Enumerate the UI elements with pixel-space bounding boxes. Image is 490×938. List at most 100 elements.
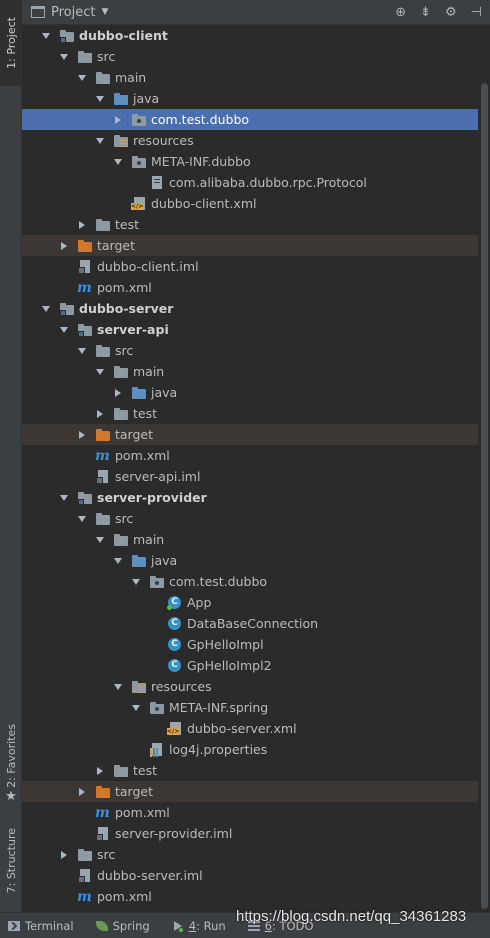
tree-node[interactable]: src	[22, 844, 478, 865]
tree-node[interactable]: server-api	[22, 319, 478, 340]
chevron-right-icon[interactable]	[95, 766, 105, 776]
iml-icon	[95, 469, 111, 484]
tree-node[interactable]: C DataBaseConnection	[22, 613, 478, 634]
chevron-down-icon[interactable]	[113, 556, 123, 566]
tree-node[interactable]: m pom.xml	[22, 445, 478, 466]
tree-node[interactable]: main	[22, 361, 478, 382]
tree-node-label: log4j.properties	[169, 742, 268, 757]
tree-node[interactable]: src	[22, 46, 478, 67]
tree-node[interactable]: m pom.xml	[22, 802, 478, 823]
tree-node-label: pom.xml	[97, 280, 152, 295]
chevron-down-icon[interactable]	[77, 514, 87, 524]
chevron-down-icon[interactable]	[95, 367, 105, 377]
project-tool-label: 1: Project	[4, 17, 18, 69]
chevron-right-icon[interactable]	[77, 787, 87, 797]
tree-node-label: target	[97, 238, 136, 253]
spring-tab[interactable]: Spring	[95, 919, 150, 933]
tree-node[interactable]: java	[22, 550, 478, 571]
run-tab[interactable]: 4: Run	[172, 919, 226, 933]
chevron-down-icon[interactable]	[95, 94, 105, 104]
tree-node[interactable]: src	[22, 508, 478, 529]
tree-node[interactable]: META-INF.spring	[22, 697, 478, 718]
chevron-down-icon[interactable]	[59, 52, 69, 62]
chevron-down-icon[interactable]	[59, 493, 69, 503]
chevron-right-icon[interactable]	[113, 388, 123, 398]
folder-module-icon	[77, 323, 93, 337]
tree-node[interactable]: log4j.properties	[22, 739, 478, 760]
chevron-right-icon[interactable]	[77, 220, 87, 230]
tree-node[interactable]: test	[22, 760, 478, 781]
tree-node[interactable]: C GpHelloImpl2	[22, 655, 478, 676]
tree-node[interactable]: dubbo-client.iml	[22, 256, 478, 277]
folder-excluded-icon	[77, 239, 93, 253]
tree-node[interactable]: main	[22, 67, 478, 88]
chevron-down-icon[interactable]	[41, 31, 51, 41]
folder-icon	[113, 764, 129, 778]
tree-node[interactable]: m pom.xml	[22, 886, 478, 907]
tree-node[interactable]: dubbo-client	[22, 25, 478, 46]
tree-node[interactable]: target	[22, 781, 478, 802]
xml-icon: </>	[167, 721, 183, 736]
tree-node[interactable]: main	[22, 529, 478, 550]
tree-node[interactable]: C GpHelloImpl	[22, 634, 478, 655]
terminal-icon	[8, 920, 20, 931]
chevron-right-icon[interactable]	[95, 409, 105, 419]
vertical-scrollbar[interactable]	[478, 25, 490, 912]
collapse-all-icon[interactable]: ⇟	[420, 6, 431, 19]
chevron-down-icon[interactable]	[77, 73, 87, 83]
tree-node[interactable]: test	[22, 403, 478, 424]
tree-node[interactable]: dubbo-server	[22, 298, 478, 319]
tree-node-label: test	[133, 406, 158, 421]
tree-node[interactable]: com.alibaba.dubbo.rpc.Protocol	[22, 172, 478, 193]
tree-node[interactable]: server-api.iml	[22, 466, 478, 487]
project-tool-button[interactable]: 1: Project	[0, 0, 22, 86]
tree-node[interactable]: src	[22, 340, 478, 361]
terminal-tab[interactable]: Terminal	[8, 919, 74, 933]
chevron-right-icon[interactable]	[59, 241, 69, 251]
tree-node[interactable]: java	[22, 382, 478, 403]
tree-node[interactable]: target	[22, 235, 478, 256]
chevron-down-icon[interactable]	[113, 157, 123, 167]
tree-node-label: resources	[133, 133, 194, 148]
tree-node[interactable]: target	[22, 424, 478, 445]
locate-target-icon[interactable]: ⊕	[395, 6, 406, 19]
tree-node[interactable]: com.test.dubbo	[22, 571, 478, 592]
tree-node[interactable]: server-provider	[22, 487, 478, 508]
chevron-down-icon[interactable]	[95, 535, 105, 545]
chevron-down-icon[interactable]	[131, 577, 141, 587]
project-view-selector[interactable]: Project	[51, 5, 95, 20]
maven-icon: m	[77, 279, 92, 296]
tree-node[interactable]: test	[22, 214, 478, 235]
tree-node[interactable]: dubbo-server.iml	[22, 865, 478, 886]
folder-java-icon	[131, 554, 147, 568]
chevron-right-icon[interactable]	[59, 850, 69, 860]
chevron-right-icon[interactable]	[113, 115, 123, 125]
tree-node[interactable]: m pom.xml	[22, 277, 478, 298]
chevron-down-icon[interactable]	[131, 703, 141, 713]
tree-node-label: GpHelloImpl	[187, 637, 264, 652]
chevron-down-icon[interactable]	[77, 346, 87, 356]
hide-panel-icon[interactable]: ⊣	[471, 6, 482, 19]
chevron-down-icon[interactable]	[41, 304, 51, 314]
tree-node[interactable]: META-INF.dubbo	[22, 151, 478, 172]
chevron-down-icon[interactable]	[59, 325, 69, 335]
class-icon: C	[167, 637, 183, 652]
structure-tool-button[interactable]: 7: Structure	[0, 818, 22, 904]
tree-node[interactable]: </> dubbo-server.xml	[22, 718, 478, 739]
favorites-tool-button[interactable]: 2: Favorites ★	[0, 722, 22, 806]
tree-node[interactable]: resources	[22, 130, 478, 151]
tree-node[interactable]: </> dubbo-client.xml	[22, 193, 478, 214]
tree-node[interactable]: com.test.dubbo	[22, 109, 478, 130]
chevron-down-icon[interactable]: ▼	[101, 7, 108, 17]
chevron-right-icon[interactable]	[77, 430, 87, 440]
run-icon	[172, 920, 184, 932]
chevron-down-icon[interactable]	[95, 136, 105, 146]
tree-node[interactable]: java	[22, 88, 478, 109]
tree-node[interactable]: server-provider.iml	[22, 823, 478, 844]
folder-java-icon	[113, 92, 129, 106]
chevron-down-icon[interactable]	[113, 682, 123, 692]
gear-icon[interactable]: ⚙	[445, 6, 457, 19]
scrollbar-thumb[interactable]	[481, 83, 488, 909]
tree-node[interactable]: C App	[22, 592, 478, 613]
tree-node[interactable]: resources	[22, 676, 478, 697]
